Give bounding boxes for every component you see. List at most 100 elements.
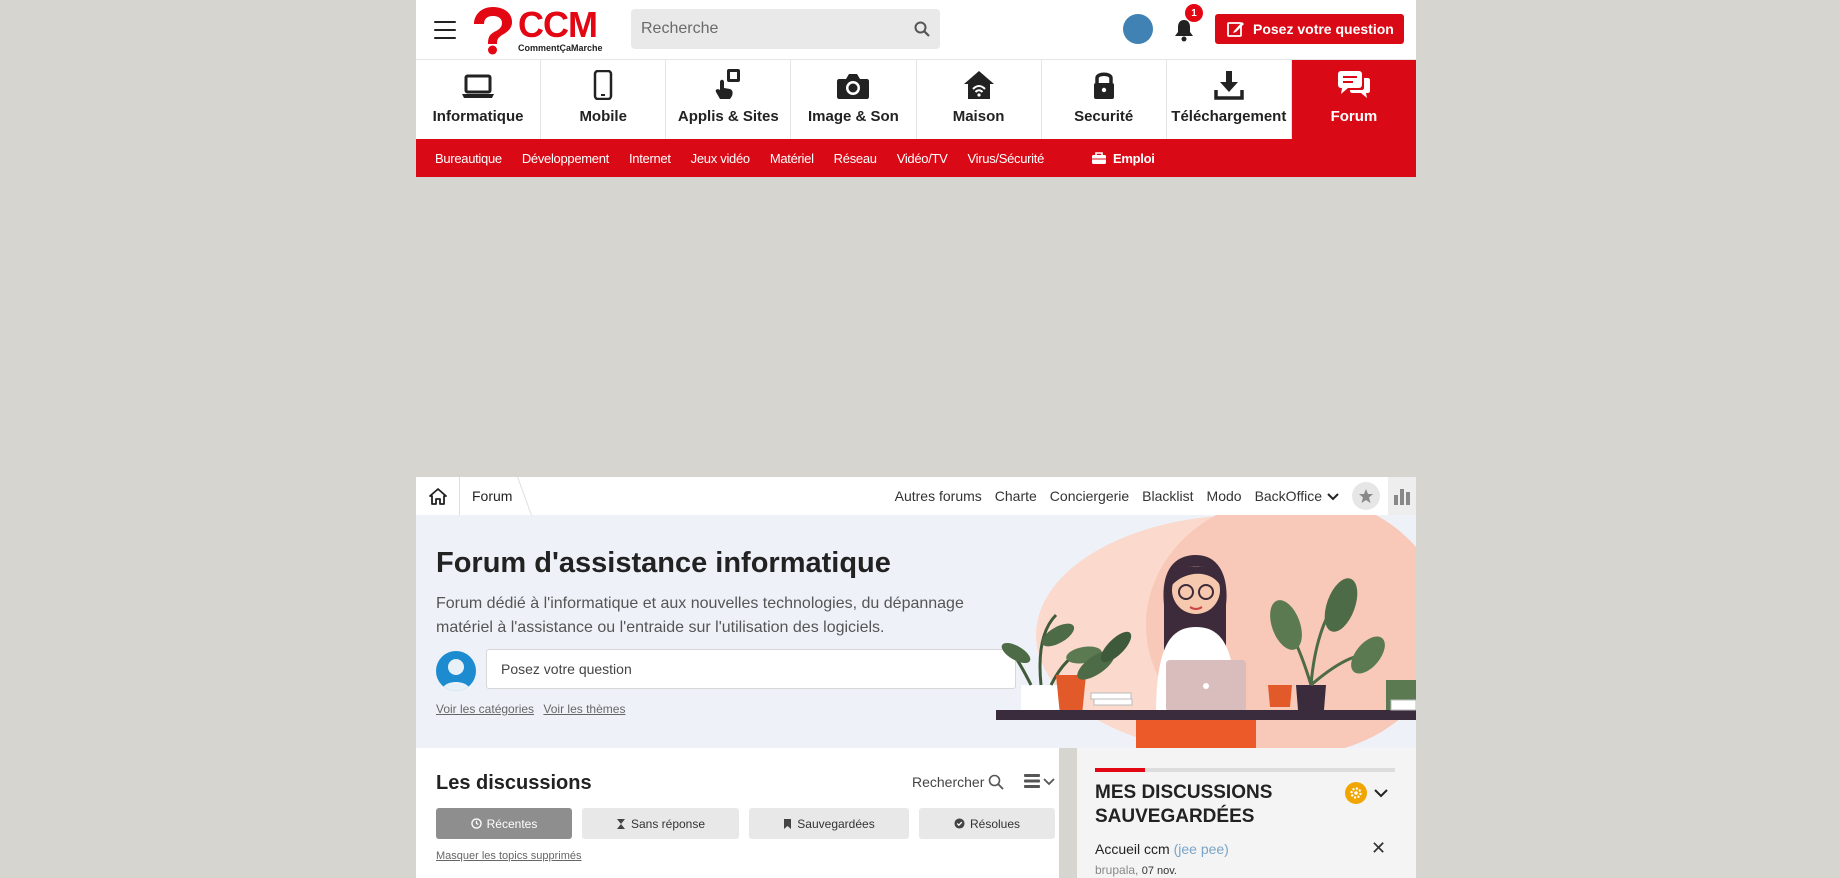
tab-recentes[interactable]: Récentes [436, 808, 572, 839]
nav-label: Securité [1074, 108, 1134, 125]
ask-button-label: Posez votre question [1253, 21, 1394, 37]
discussions-search[interactable]: Rechercher [912, 774, 1005, 790]
clock-icon [470, 818, 482, 829]
sub-nav: Bureautique Développement Internet Jeux … [416, 139, 1416, 177]
discussions-title: Les discussions [436, 772, 592, 794]
download-icon [1214, 71, 1244, 100]
forum-links: Autres forums Charte Conciergerie Blackl… [882, 477, 1416, 515]
saved-item-meta: brupala, 07 nov. [1095, 863, 1177, 877]
nav-label: Image & Son [808, 108, 899, 125]
subnav-link[interactable]: Matériel [770, 151, 814, 166]
emploi-label: Emploi [1113, 150, 1155, 166]
chevron-down-icon[interactable] [1373, 786, 1389, 804]
tab-resolues[interactable]: Résolues [919, 808, 1055, 839]
user-avatar-icon [436, 651, 476, 691]
user-avatar[interactable] [1123, 14, 1153, 44]
breadcrumb-current[interactable]: Forum [460, 488, 524, 504]
link-themes[interactable]: Voir les thèmes [543, 702, 625, 716]
camera-icon [837, 74, 870, 99]
hourglass-icon [616, 818, 625, 829]
nav-label: Applis & Sites [677, 108, 779, 125]
ccm-logo[interactable]: CCM CommentÇaMarche [472, 4, 603, 56]
briefcase-icon [1092, 152, 1107, 164]
subnav-link[interactable]: Internet [629, 151, 671, 166]
link-modo[interactable]: Modo [1207, 488, 1242, 504]
saved-item-date: 07 nov. [1141, 865, 1177, 877]
saved-item-user: brupala, [1095, 863, 1139, 877]
ask-question-input[interactable] [486, 649, 1016, 689]
laptop-icon [462, 74, 495, 98]
lock-icon [1093, 72, 1114, 99]
nav-label: Informatique [432, 108, 524, 125]
view-menu[interactable] [1024, 774, 1056, 788]
nav-item-forum[interactable]: Forum [1291, 60, 1416, 139]
tab-label: Résolues [969, 816, 1021, 831]
stats-button[interactable] [1388, 477, 1416, 515]
gear-icon[interactable] [1345, 782, 1367, 804]
saved-title: MES DISCUSSIONS SAUVEGARDÉES [1095, 782, 1273, 827]
apps-icon [716, 69, 741, 99]
nav-item-informatique[interactable]: Informatique [416, 60, 542, 139]
nav-label: Mobile [579, 108, 627, 125]
nav-label: Forum [1330, 108, 1378, 125]
search-icon[interactable] [914, 21, 930, 37]
subnav-link[interactable]: Vidéo/TV [897, 151, 948, 166]
house-wifi-icon [963, 71, 994, 99]
saved-progress-bar [1095, 768, 1395, 772]
logo-text: CCM [518, 3, 598, 45]
subnav-emploi-link[interactable]: Emploi [1091, 151, 1155, 166]
link-autres-forums[interactable]: Autres forums [895, 488, 982, 504]
tab-sans-reponse[interactable]: Sans réponse [582, 808, 739, 839]
menu-icon[interactable] [434, 20, 456, 39]
saved-item-author: (jee pee) [1173, 841, 1229, 857]
page: CCM CommentÇaMarche 1 Posez votre questi… [416, 0, 1416, 878]
bookmark-icon [784, 818, 792, 829]
nav-item-mobile[interactable]: Mobile [541, 60, 667, 139]
saved-discussions-panel: MES DISCUSSIONS SAUVEGARDÉES Accueil ccm… [1077, 748, 1416, 878]
subnav-link[interactable]: Jeux vidéo [691, 151, 750, 166]
subnav-link[interactable]: Réseau [834, 151, 877, 166]
saved-item[interactable]: Accueil ccm (jee pee) [1095, 841, 1229, 857]
backoffice-dropdown[interactable]: BackOffice [1255, 488, 1340, 504]
nav-item-telechargement[interactable]: Téléchargement [1167, 60, 1292, 139]
nav-item-securite[interactable]: Securité [1042, 60, 1167, 139]
search-input[interactable] [641, 20, 914, 38]
nav-item-maison[interactable]: Maison [917, 60, 1042, 139]
notification-badge: 1 [1185, 4, 1203, 22]
link-charte[interactable]: Charte [995, 488, 1037, 504]
subnav-link[interactable]: Bureautique [435, 151, 502, 166]
search-label: Rechercher [912, 774, 985, 790]
breadcrumb-bar: Forum Autres forums Charte Conciergerie … [416, 477, 1416, 515]
ask-question-button[interactable]: Posez votre question [1215, 14, 1404, 44]
discussions-section: Les discussions Rechercher Récentes Sans… [416, 748, 1059, 878]
phone-icon [593, 70, 613, 100]
hero-links: Voir les catégories Voir les thèmes [436, 702, 631, 716]
nav-label: Téléchargement [1171, 108, 1287, 125]
nav-item-image-son[interactable]: Image & Son [791, 60, 917, 139]
search-icon [989, 774, 1005, 790]
woman-laptop-illustration [996, 515, 1416, 748]
link-blacklist[interactable]: Blacklist [1142, 488, 1193, 504]
search-box [631, 9, 940, 49]
backoffice-label: BackOffice [1254, 488, 1322, 504]
question-mark-logo-icon [472, 5, 514, 55]
link-categories[interactable]: Voir les catégories [436, 702, 534, 716]
hide-deleted-link[interactable]: Masquer les topics supprimés [436, 850, 582, 862]
edit-icon [1227, 22, 1244, 37]
nav-item-applis[interactable]: Applis & Sites [666, 60, 792, 139]
top-header: CCM CommentÇaMarche 1 Posez votre questi… [416, 0, 1416, 59]
page-description: Forum dédié à l'informatique et aux nouv… [436, 595, 964, 636]
home-icon[interactable] [416, 477, 460, 515]
saved-item-title: Accueil ccm [1095, 841, 1170, 857]
tab-sauvegardees[interactable]: Sauvegardées [749, 808, 909, 839]
bar-chart-icon [1394, 489, 1410, 505]
close-icon[interactable]: ✕ [1371, 838, 1386, 859]
link-conciergerie[interactable]: Conciergerie [1050, 488, 1129, 504]
nav-label: Maison [952, 108, 1005, 125]
subnav-link[interactable]: Virus/Sécurité [968, 151, 1045, 166]
subnav-link[interactable]: Développement [522, 151, 609, 166]
check-circle-icon [954, 818, 965, 829]
favorite-button[interactable] [1352, 482, 1380, 510]
star-icon [1359, 489, 1373, 503]
discussion-tabs: Récentes Sans réponse Sauvegardées Résol… [436, 808, 1065, 839]
